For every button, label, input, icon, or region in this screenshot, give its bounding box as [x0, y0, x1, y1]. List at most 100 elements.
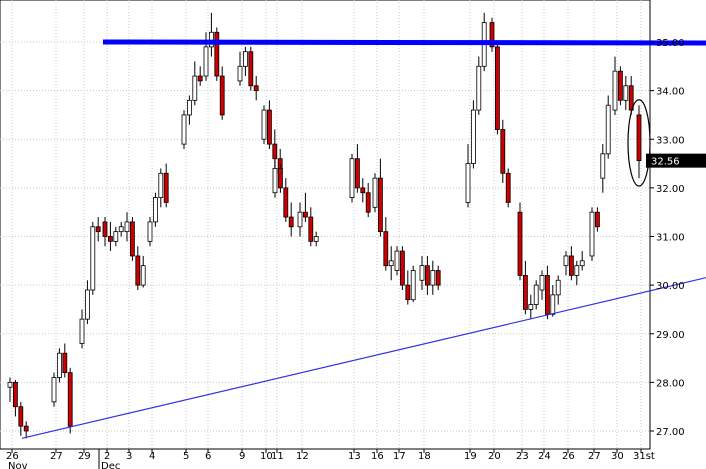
y-tick-label: 27.00: [656, 427, 685, 438]
candle-body: [272, 143, 278, 160]
candle-body: [377, 177, 383, 233]
candle-body: [618, 70, 623, 101]
candle-body: [388, 260, 394, 267]
candle-body: [470, 109, 476, 164]
candle: [51, 372, 57, 407]
candle-body: [500, 129, 506, 174]
candle-body: [12, 381, 18, 408]
candle: [90, 221, 96, 295]
x-tick-label: 13: [348, 451, 361, 462]
candle-body: [85, 289, 90, 320]
candle-body: [163, 172, 169, 203]
x-tick-label: 20: [488, 451, 501, 462]
candle-body: [140, 265, 146, 286]
candle-body: [410, 270, 416, 301]
candle-body: [365, 192, 371, 213]
candle: [372, 173, 378, 213]
x-tick-label: 4: [149, 451, 155, 462]
candle-body: [57, 352, 62, 378]
candle: [349, 153, 355, 203]
candle: [605, 95, 611, 159]
candle-body: [288, 216, 294, 228]
candle-body: [152, 197, 158, 223]
candle-body: [612, 70, 618, 111]
stock-chart: 27.00 28.00 29.00 30.00 31.00 32.00 33.00 34.00…: [0, 0, 706, 469]
candle: [505, 168, 511, 208]
candle-body: [419, 265, 425, 281]
candle-body: [528, 304, 534, 310]
x-tick-label: 27: [588, 451, 601, 462]
candle-body: [539, 274, 545, 291]
candle-body: [266, 109, 272, 145]
x-tick-label: 18: [418, 451, 431, 462]
candle-body: [494, 46, 500, 130]
y-tick-label: 35.00: [656, 38, 685, 49]
resistance-line: [102, 39, 706, 46]
candle-body: [158, 172, 164, 199]
candle: [152, 192, 158, 227]
y-tick-label: 34.00: [656, 87, 685, 98]
x-tick-label: 17: [393, 451, 406, 462]
candle-body: [523, 274, 528, 310]
candle-body: [605, 104, 611, 155]
x-tick-label: 19: [464, 451, 477, 462]
candle-body: [595, 211, 600, 228]
x-axis: 26 27 29 2 3 4 5 6 9 1011 12 13 16 17 18 19 20 23 24 26 27 30…: [6, 449, 655, 469]
x-tick-label: 31st: [633, 451, 655, 462]
candle-body: [424, 265, 430, 286]
candle-body: [372, 177, 378, 208]
candle-body: [505, 172, 511, 203]
candle-body: [283, 187, 289, 218]
x-tick-label: 16: [371, 451, 384, 462]
x-tick-label: 12: [296, 451, 309, 462]
candle: [129, 217, 135, 261]
candle-body: [574, 265, 580, 276]
plot-background: [0, 0, 651, 450]
y-tick-label: 30.00: [656, 281, 685, 292]
candle-body: [95, 226, 101, 233]
candle-body: [360, 187, 366, 194]
month-label: Dec: [101, 461, 120, 469]
x-tick-label: 3: [126, 451, 132, 462]
candle-body: [465, 163, 471, 203]
candle-body: [237, 65, 243, 82]
candle: [589, 207, 595, 261]
candle-body: [214, 31, 220, 77]
candle-body: [636, 114, 642, 162]
month-label: Nov: [8, 461, 28, 469]
candle-body: [18, 406, 24, 427]
y-tick-label: 33.00: [656, 135, 685, 146]
candle-body: [261, 109, 267, 140]
candle-body: [253, 85, 259, 92]
x-tick-label: 26: [562, 451, 575, 462]
candle-body: [302, 211, 308, 218]
x-tick-label: 23: [516, 451, 529, 462]
last-price-tag: 32.56: [646, 153, 706, 168]
candle: [410, 265, 416, 303]
candle: [67, 367, 73, 434]
candle-body: [23, 425, 29, 432]
candle-body: [79, 318, 85, 344]
candle-body: [124, 221, 130, 233]
x-tick-label: 5: [183, 451, 189, 462]
candle-body: [203, 46, 209, 77]
candle-body: [476, 65, 482, 111]
last-price-label: 32.56: [651, 157, 680, 168]
candle: [489, 17, 495, 52]
candle: [500, 119, 506, 184]
candle-body: [623, 85, 629, 101]
candle: [470, 100, 476, 169]
y-tick-label: 31.00: [656, 233, 685, 244]
candle-body: [349, 158, 355, 198]
y-tick-label: 29.00: [656, 330, 685, 341]
candle-body: [550, 294, 556, 315]
candle-body: [533, 284, 539, 305]
candle-body: [186, 99, 192, 116]
y-axis: 27.00 28.00 29.00 30.00 31.00 32.00 33.00 34.00…: [650, 38, 685, 438]
y-tick-label: 28.00: [656, 378, 685, 389]
candle-body: [129, 221, 135, 257]
candle-body: [181, 114, 187, 145]
candle-body: [383, 231, 389, 267]
candle-body: [67, 372, 73, 427]
candle: [494, 42, 500, 135]
